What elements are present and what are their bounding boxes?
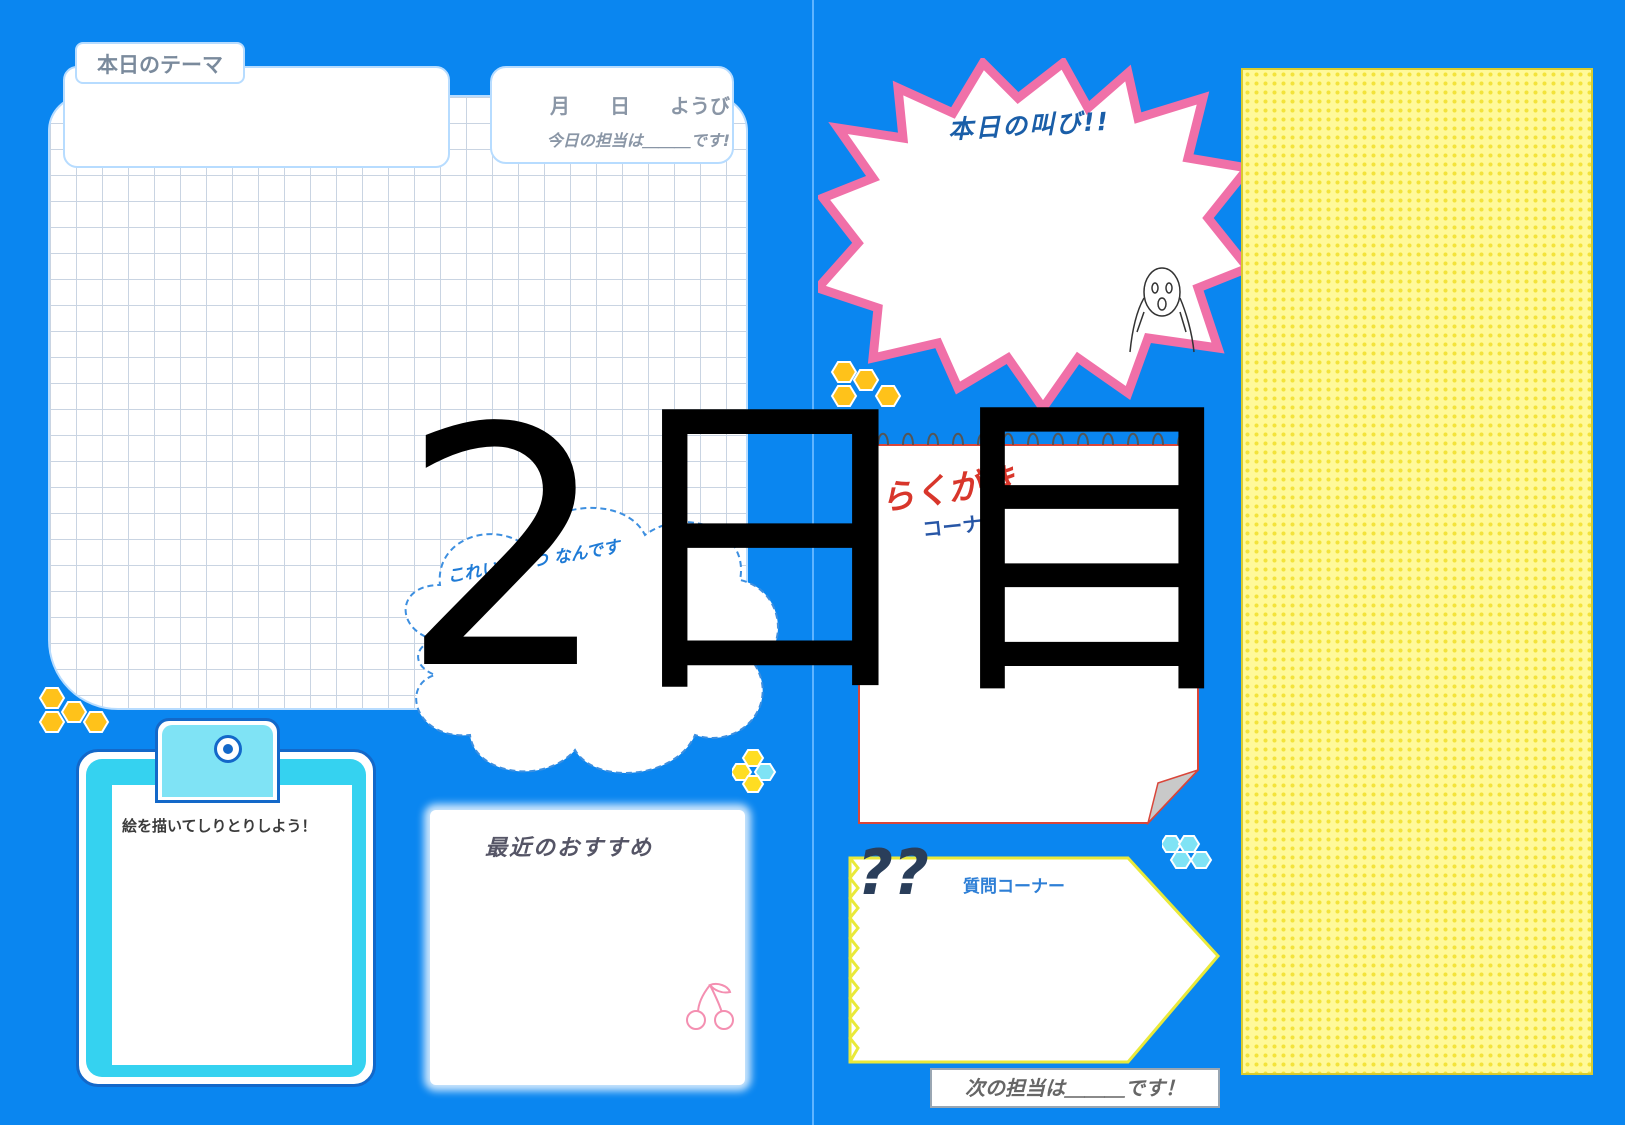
cherry-icon [686, 982, 734, 1030]
day-number-overlay: 2日目 [400, 358, 1258, 742]
question-title: 質問コーナー [963, 877, 1065, 897]
shiritori-title: 絵を描いてしりとりしよう！ [122, 817, 317, 835]
scream-figure-icon [1129, 267, 1195, 353]
honeycomb-icon [38, 687, 110, 733]
clip-ring-dot [223, 744, 233, 754]
yellow-dotted-panel[interactable] [1241, 68, 1593, 1075]
date-label: 月 日 ようび [550, 94, 730, 118]
question-marks-icon: ?? [857, 836, 929, 909]
recommend-title: 最近のおすすめ [485, 836, 654, 861]
duty-label: 今日の担当は＿＿＿です! [546, 131, 730, 150]
next-duty-label: 次の担当は＿＿＿です！ [930, 1068, 1220, 1108]
honeycomb-small-icon [732, 749, 777, 793]
theme-label: 本日のテーマ [75, 42, 245, 84]
clipboard-clip-inner [162, 725, 273, 797]
honeycomb-cyan-icon [1162, 835, 1213, 869]
